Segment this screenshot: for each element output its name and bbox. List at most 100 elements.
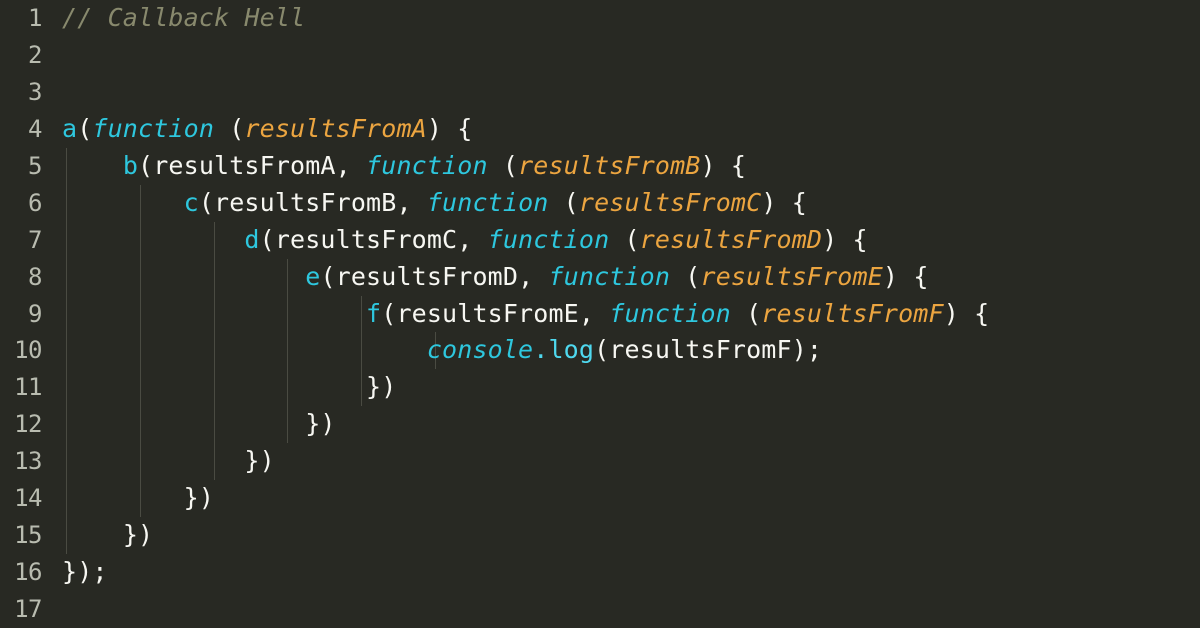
code-token: function	[609, 298, 731, 328]
code-editor[interactable]: 1 2 3 4 5 6 7 8 9 10 11 12 13 14 15 16 17 // Callback He…	[0, 0, 1200, 628]
code-token: })	[366, 372, 397, 402]
code-token: (	[548, 187, 579, 217]
code-token: c	[183, 187, 199, 217]
line-number: 13	[14, 447, 42, 476]
code-line[interactable]: })	[62, 406, 1200, 443]
line-number: 7	[28, 225, 42, 254]
code-token: })	[244, 446, 275, 476]
line-number: 11	[14, 373, 42, 402]
code-line[interactable]	[62, 37, 1200, 74]
code-token: resultsFromD	[639, 224, 823, 254]
line-number-gutter: 1 2 3 4 5 6 7 8 9 10 11 12 13 14 15 16 17	[0, 0, 50, 628]
line-number: 16	[14, 558, 42, 587]
code-token: function	[548, 261, 671, 291]
code-token: function	[366, 150, 488, 180]
code-line[interactable]: })	[62, 517, 1200, 554]
line-number: 14	[14, 484, 42, 513]
code-token: (	[487, 150, 519, 180]
code-token: e	[305, 261, 321, 291]
code-token: ) {	[882, 261, 929, 291]
line-number: 12	[14, 410, 42, 439]
code-token: (	[670, 261, 701, 291]
code-token: (	[320, 261, 336, 291]
code-line[interactable]: })	[62, 443, 1200, 480]
code-token: d	[244, 224, 260, 254]
code-token: })	[305, 409, 336, 439]
code-token: f	[366, 298, 382, 328]
code-line[interactable]: })	[62, 369, 1200, 406]
code-line[interactable]: });	[62, 554, 1200, 591]
code-line[interactable]: e(resultsFromD, function (resultsFromE) …	[62, 259, 1200, 296]
code-content-area[interactable]: // Callback Hell a(function (resultsFrom…	[62, 0, 1200, 628]
code-token: );	[791, 335, 823, 365]
code-token: log	[548, 335, 595, 365]
code-token: a	[62, 113, 78, 143]
code-token: resultsFromD	[335, 261, 519, 291]
code-line[interactable]: b(resultsFromA, function (resultsFromB) …	[62, 148, 1200, 185]
code-token: // Callback Hell	[62, 3, 306, 32]
line-number: 1	[28, 4, 42, 32]
code-line[interactable]: })	[62, 480, 1200, 517]
code-token: resultsFromC	[274, 224, 458, 254]
code-token: .	[533, 335, 549, 365]
code-token: ) {	[426, 113, 473, 143]
line-number: 17	[14, 595, 42, 623]
code-token: resultsFromB	[518, 150, 701, 180]
code-token: (	[609, 224, 640, 254]
line-number: 10	[14, 336, 42, 365]
code-token: resultsFromB	[214, 187, 397, 217]
code-token: (	[381, 298, 397, 328]
line-number: 8	[28, 262, 42, 291]
code-token: resultsFromE	[700, 261, 883, 291]
code-token: ) {	[700, 150, 747, 180]
code-token: resultsFromC	[578, 187, 762, 217]
code-token: resultsFromF	[761, 298, 944, 328]
code-token: resultsFromF	[609, 335, 792, 365]
code-token: ,	[578, 298, 610, 328]
code-token: ) {	[822, 224, 868, 254]
code-token: (	[77, 113, 93, 143]
code-line[interactable]: a(function (resultsFromA) {	[62, 111, 1200, 148]
code-token: resultsFromA	[153, 150, 336, 180]
code-token: ) {	[943, 298, 990, 328]
line-number: 6	[28, 188, 42, 217]
line-number: 3	[28, 77, 42, 106]
code-token: (	[198, 187, 215, 217]
code-line[interactable]: c(resultsFromB, function (resultsFromC) …	[62, 185, 1200, 222]
code-token: (	[730, 298, 762, 328]
code-line[interactable]: console.log(resultsFromF);	[62, 332, 1200, 369]
code-token: })	[122, 520, 154, 550]
line-number: 4	[28, 114, 42, 143]
code-token: (	[259, 224, 275, 254]
line-number: 9	[28, 299, 42, 328]
line-number: 5	[28, 151, 42, 180]
code-line[interactable]: // Callback Hell	[62, 0, 1200, 37]
code-token: ,	[335, 150, 367, 180]
code-line[interactable]: d(resultsFromC, function (resultsFromD) …	[62, 222, 1200, 259]
code-token: console	[426, 335, 534, 365]
code-line[interactable]	[62, 74, 1200, 111]
code-token: function	[92, 113, 215, 143]
code-token: })	[183, 483, 215, 513]
code-token: b	[122, 150, 139, 180]
code-line[interactable]: f(resultsFromE, function (resultsFromF) …	[62, 296, 1200, 333]
code-token: function	[487, 224, 610, 254]
code-token: ,	[518, 261, 549, 291]
code-token: (	[594, 335, 610, 365]
line-number: 15	[14, 521, 42, 550]
code-line[interactable]	[62, 591, 1200, 628]
code-token: resultsFromE	[396, 298, 579, 328]
code-token: function	[426, 187, 549, 217]
code-token: (	[138, 150, 154, 180]
line-number: 2	[28, 40, 42, 69]
